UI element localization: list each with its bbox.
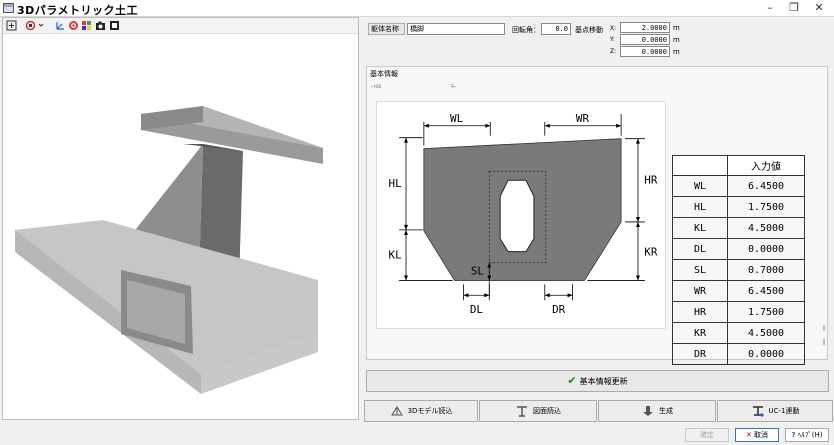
rotate-icon[interactable]: [25, 20, 36, 31]
rotation-label: 回転角：: [512, 26, 540, 34]
label-sl: SL: [471, 264, 485, 277]
update-basic-info-button[interactable]: ✔ 基本情報更新: [366, 370, 829, 392]
uc1-link-button[interactable]: UC-1連動: [717, 400, 833, 422]
cancel-x-icon: ✕: [745, 431, 752, 439]
param-name-cell: KL: [672, 217, 728, 239]
y-unit: m: [673, 36, 680, 44]
member-name-input[interactable]: 橋脚: [407, 23, 505, 35]
minimize-button[interactable]: –: [757, 0, 783, 17]
axis-icon[interactable]: [55, 20, 66, 31]
load-3d-model-button[interactable]: 3Dモデル読込: [364, 400, 478, 422]
section-diagram: WL WR HL KL HR KR SL DL DR: [376, 101, 666, 329]
chevron-down-icon[interactable]: [38, 20, 44, 31]
label-wl: WL: [450, 112, 464, 125]
basic-info-sub-right: ﾈｰ: [451, 84, 457, 90]
parameter-table: 入力値 WL 6.4500 HL 1.7500 KL 4.5000 DL 0.0000 SL 0.…: [672, 155, 805, 365]
param-name-cell: KR: [672, 322, 728, 344]
load-model-icon: [390, 406, 403, 416]
model-preview-pane[interactable]: [2, 17, 359, 420]
parameter-pane: 躯体名称 橋脚 回転角： 0.0 基点移動 X: 2.0000 m Y: 0.0…: [362, 17, 834, 445]
param-value-cell[interactable]: 4.5000: [727, 322, 805, 344]
preview-toolbar: [3, 18, 358, 34]
generate-icon: [643, 406, 653, 416]
x-unit: m: [673, 24, 680, 32]
scroll-marker: [823, 339, 825, 345]
param-value-cell[interactable]: 0.0000: [727, 238, 805, 260]
fit-view-icon[interactable]: [6, 20, 17, 31]
scroll-marker: [823, 325, 825, 331]
param-row: HL 1.7500: [672, 196, 805, 218]
rotation-input[interactable]: 0.0: [541, 23, 571, 35]
param-value-cell[interactable]: 4.5000: [727, 217, 805, 239]
update-label: 基本情報更新: [579, 377, 628, 386]
label-kr: KR: [644, 246, 658, 259]
screenshot-icon[interactable]: [109, 20, 120, 31]
label-hr: HR: [644, 173, 658, 186]
load-drawing-button[interactable]: 図面読込: [479, 400, 597, 422]
generate-button[interactable]: 生成: [598, 400, 716, 422]
target-icon[interactable]: [68, 20, 79, 31]
label-wr: WR: [576, 112, 590, 125]
maximize-button[interactable]: ❐: [781, 0, 807, 17]
param-row: SL 0.7000: [672, 259, 805, 281]
param-value-cell[interactable]: 1.7500: [727, 301, 805, 323]
param-row: HR 1.7500: [672, 301, 805, 323]
grid-color-icon[interactable]: [81, 20, 92, 31]
param-name-cell: DR: [672, 343, 728, 365]
y-label: Y:: [610, 36, 615, 43]
title-bar: 3Dパラメトリック土工 – ❐ ✕: [0, 0, 834, 17]
help-button[interactable]: ? ﾍﾙﾌﾟ(H): [785, 428, 829, 442]
z-unit: m: [673, 48, 680, 56]
param-value-cell[interactable]: 0.7000: [727, 259, 805, 281]
param-name-cell: HR: [672, 301, 728, 323]
member-name-label: 躯体名称: [368, 23, 405, 35]
param-row: DL 0.0000: [672, 238, 805, 260]
cancel-button[interactable]: ✕ 取消: [735, 428, 779, 442]
action-tab-row: 3Dモデル読込 図面読込 生成 UC-1連動: [362, 400, 834, 422]
param-name-cell: WL: [672, 175, 728, 197]
param-value-cell[interactable]: 1.7500: [727, 196, 805, 218]
opening-shape: [499, 179, 535, 253]
label-dl: DL: [470, 303, 484, 316]
param-name-cell: SL: [672, 259, 728, 281]
basic-info-title: 基本情報: [370, 70, 398, 78]
help-question-icon: ?: [791, 431, 796, 439]
window-title: 3Dパラメトリック土工: [17, 4, 138, 17]
param-value-cell[interactable]: 6.4500: [727, 280, 805, 302]
check-icon: ✔: [567, 374, 577, 387]
param-name-cell: DL: [672, 238, 728, 260]
load-drawing-icon: [517, 406, 527, 417]
uc1-link-icon: [752, 406, 764, 417]
param-value-cell[interactable]: 6.4500: [727, 175, 805, 197]
param-row: DR 0.0000: [672, 343, 805, 365]
param-header-blank: [672, 155, 728, 176]
param-value-cell[interactable]: 0.0000: [727, 343, 805, 365]
param-row: WR 6.4500: [672, 280, 805, 302]
param-header-value: 入力値: [727, 155, 805, 176]
label-dr: DR: [552, 303, 566, 316]
camera-icon[interactable]: [95, 20, 106, 31]
close-button[interactable]: ✕: [806, 0, 832, 17]
confirm-button[interactable]: 確定: [685, 428, 729, 442]
basic-info-section: 基本情報 ｰﾄﾙﾛ ﾈｰ WL WR HL KL HR KR SL DL DR …: [366, 66, 828, 365]
app-icon: [3, 3, 14, 13]
z-input[interactable]: 0.0000: [620, 46, 670, 57]
y-input[interactable]: 0.0000: [620, 34, 670, 45]
base-move-label: 基点移動: [575, 26, 603, 34]
z-label: Z:: [610, 48, 617, 55]
x-input[interactable]: 2.0000: [620, 22, 670, 33]
dialog-button-bar: 確定 ✕ 取消 ? ﾍﾙﾌﾟ(H): [0, 424, 834, 445]
3d-model-view[interactable]: [3, 34, 358, 419]
param-row: KL 4.5000: [672, 217, 805, 239]
basic-info-sub-left: ｰﾄﾙﾛ: [371, 84, 382, 90]
param-row: WL 6.4500: [672, 175, 805, 197]
param-name-cell: HL: [672, 196, 728, 218]
param-name-cell: WR: [672, 280, 728, 302]
label-hl: HL: [389, 177, 403, 190]
label-kl: KL: [389, 249, 403, 262]
param-row: KR 4.5000: [672, 322, 805, 344]
x-label: X:: [610, 25, 617, 32]
